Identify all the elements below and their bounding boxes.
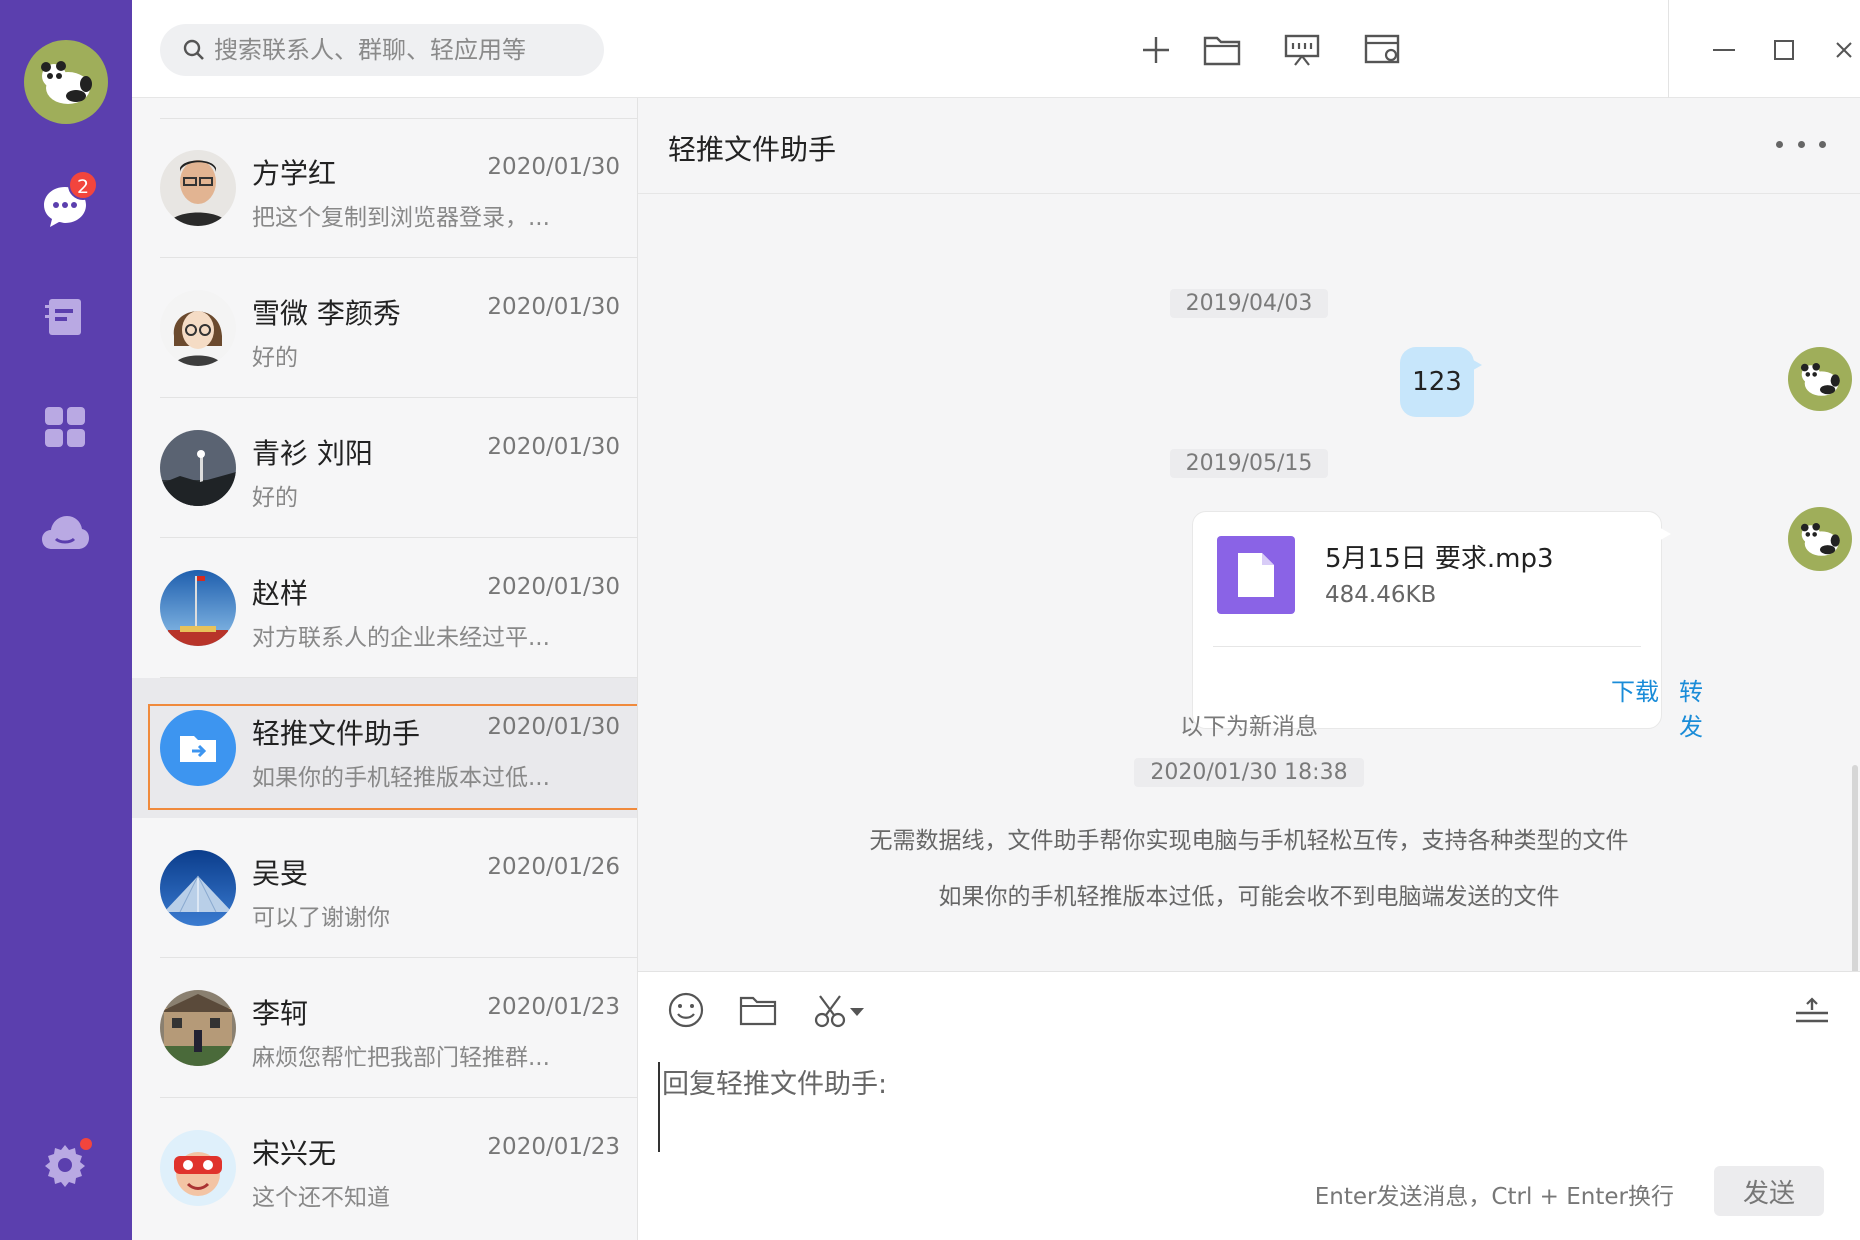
contact-avatar [160,430,236,506]
conversation-preview: 好的 [252,485,298,511]
conversation-preview: 麻烦您帮忙把我部门轻推群... [252,1045,550,1071]
search-icon [183,39,204,60]
conversation-preview: 这个还不知道 [252,1185,390,1211]
file-size: 484.46KB [1325,582,1437,608]
contact-avatar [160,1130,236,1206]
conversation-preview: 可以了谢谢你 [252,905,390,931]
conversation-item-active[interactable]: 轻推文件助手 2020/01/30 如果你的手机轻推版本过低... [132,678,637,818]
conversation-date: 2020/01/30 [487,154,620,180]
contact-name: 雪微 李颜秀 [252,297,401,330]
file-helper-avatar [160,710,236,786]
conversation-date: 2020/01/26 [487,854,620,880]
contact-avatar [160,990,236,1066]
contact-name: 宋兴无 [252,1137,337,1170]
app-window: 2 搜索联系人、群聊、轻应用等 方学红 2020/01/30 把这个复制到浏览器… [0,0,1860,1240]
send-hint: Enter发送消息，Ctrl + Enter换行 [1314,1184,1674,1210]
apps-nav-icon[interactable] [36,398,94,456]
topbar-divider [1668,0,1669,98]
reply-input[interactable] [658,1062,1838,1152]
system-message: 无需数据线，文件助手帮你实现电脑与手机轻松互传，支持各种类型的文件 [869,828,1629,854]
contact-name: 李轲 [252,997,309,1030]
conversation-item[interactable]: 李轲 2020/01/23 麻烦您帮忙把我部门轻推群... [132,958,637,1098]
maximize-icon[interactable] [1760,26,1808,74]
timestamp: 2019/05/15 [638,449,1860,478]
notes-nav-icon[interactable] [36,288,94,346]
conversation-item[interactable]: 赵样 2020/01/30 对方联系人的企业未经过平... [132,538,637,678]
top-bar [132,0,1860,98]
add-plus-icon[interactable] [1132,26,1180,74]
minimize-icon[interactable] [1700,26,1748,74]
conversation-date: 2020/01/30 [487,294,620,320]
close-icon[interactable] [1820,26,1860,74]
file-divider [1213,646,1641,647]
more-options-icon[interactable] [1776,132,1826,156]
window-settings-icon[interactable] [1358,26,1406,74]
settings-dot [80,1138,92,1150]
my-avatar[interactable] [24,40,108,124]
screenshot-scissors-icon[interactable] [810,986,874,1034]
conversation-date: 2020/01/30 [487,434,620,460]
file-name: 5月15日 要求.mp3 [1325,544,1554,574]
conversation-preview: 好的 [252,345,298,371]
message-bubble[interactable]: 123 [1400,347,1482,417]
composer: Enter发送消息，Ctrl + Enter换行 发送 [638,971,1860,1240]
messages-nav-icon[interactable]: 2 [36,170,98,236]
contact-name: 吴旻 [252,857,309,890]
chat-header: 轻推文件助手 [638,98,1860,194]
file-message-card[interactable]: 5月15日 要求.mp3 484.46KB 下载 转发 [1192,511,1703,741]
contact-name: 青衫 刘阳 [252,437,373,470]
conversation-item[interactable]: 雪微 李颜秀 2020/01/30 好的 [132,258,637,398]
conversation-preview: 把这个复制到浏览器登录，... [252,205,550,231]
unread-badge: 2 [68,170,98,200]
conversation-preview: 如果你的手机轻推版本过低... [252,765,550,791]
search-box[interactable] [160,24,604,76]
attach-folder-icon[interactable] [734,986,782,1034]
contact-avatar [160,570,236,646]
settings-gear-icon[interactable] [36,1136,94,1194]
send-button[interactable]: 发送 [1714,1166,1824,1216]
conversation-list: 方学红 2020/01/30 把这个复制到浏览器登录，... 雪微 李颜秀 20… [132,98,638,1240]
chat-panel: 轻推文件助手 2019/04/03 123 2019/05/15 5月15日 要… [638,98,1860,1240]
contact-avatar [160,150,236,226]
conversation-preview: 对方联系人的企业未经过平... [252,625,550,651]
system-message: 如果你的手机轻推版本过低，可能会收不到电脑端发送的文件 [938,884,1560,910]
contact-avatar [160,850,236,926]
expand-editor-icon[interactable] [1788,986,1836,1034]
emoji-icon[interactable] [662,986,710,1034]
cloud-nav-icon[interactable] [36,504,94,562]
conversation-item[interactable]: 青衫 刘阳 2020/01/30 好的 [132,398,637,538]
download-link[interactable]: 下载 [1611,672,1659,707]
conversation-item[interactable]: 宋兴无 2020/01/23 这个还不知道 [132,1098,637,1238]
search-input[interactable] [214,36,594,64]
self-avatar[interactable] [1788,507,1852,571]
conversation-item[interactable]: 吴旻 2020/01/26 可以了谢谢你 [132,818,637,958]
contact-name: 赵样 [252,577,309,610]
conversation-date: 2020/01/23 [487,994,620,1020]
timestamp: 2019/04/03 [638,289,1860,318]
conversation-date: 2020/01/30 [487,574,620,600]
file-icon [1217,536,1295,614]
message-text: 123 [1412,367,1462,397]
presentation-icon[interactable] [1278,26,1326,74]
timestamp: 2020/01/30 18:38 [638,758,1860,787]
chat-title: 轻推文件助手 [668,133,837,166]
conversation-item[interactable]: 方学红 2020/01/30 把这个复制到浏览器登录，... [132,118,637,258]
message-area: 2019/04/03 123 2019/05/15 5月15日 要求.mp3 4… [638,195,1860,1065]
contact-name: 方学红 [252,157,337,190]
conversation-date: 2020/01/30 [487,714,620,740]
folder-icon[interactable] [1198,26,1246,74]
left-rail: 2 [0,0,132,1240]
new-messages-divider: 以下为新消息 [1180,714,1318,740]
contact-name: 轻推文件助手 [252,717,421,750]
contact-avatar [160,290,236,366]
self-avatar[interactable] [1788,347,1852,411]
conversation-date: 2020/01/23 [487,1134,620,1160]
